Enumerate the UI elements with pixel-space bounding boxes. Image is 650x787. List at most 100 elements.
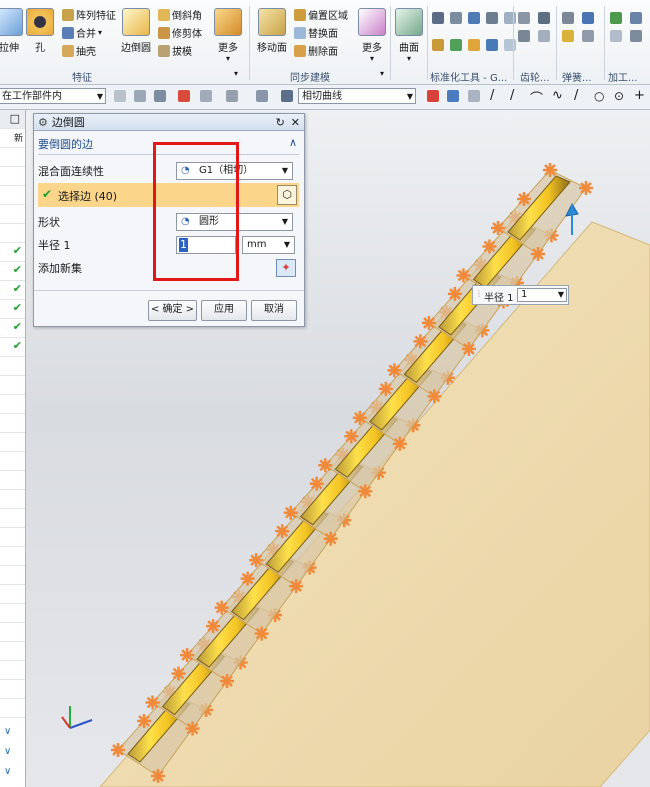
machining-icon[interactable] [630,12,642,24]
tool-icon[interactable] [504,12,516,24]
plus-icon[interactable]: + [634,88,645,103]
display-icon[interactable] [256,90,268,102]
spring-icon[interactable] [582,30,594,42]
radius-on-screen-field[interactable]: 1 ▼ [517,288,567,302]
curve-icon[interactable]: ∿ [552,88,563,103]
spring-icon[interactable] [562,30,574,42]
reset-icon[interactable]: ↻ [276,116,285,129]
list-item[interactable] [0,566,25,585]
drag-grip-icon[interactable]: ⋮ [475,289,483,298]
list-item[interactable] [0,490,25,509]
select-edge-button[interactable]: ⬡ [277,185,297,205]
select-mode-icon[interactable] [154,90,166,102]
curve-icon[interactable]: ⌒ [530,88,543,107]
chamfer-button[interactable]: 倒斜角 [158,7,202,22]
list-item[interactable] [0,471,25,490]
circle-icon[interactable]: ○ [594,89,604,103]
tool-icon[interactable] [486,12,498,24]
dialog-titlebar[interactable]: ⚙ 边倒圆 ↻ ✕ [34,114,304,131]
tool-icon[interactable] [486,39,498,51]
add-new-set-button[interactable]: ✦ [276,259,296,277]
arrow-icon[interactable] [447,90,459,102]
snap-icon[interactable] [134,90,146,102]
tool-icon[interactable] [468,39,480,51]
edge-blend-button[interactable]: 边倒圆 [118,8,154,54]
filter-icon[interactable] [114,90,126,102]
list-item[interactable] [0,452,25,471]
list-item[interactable] [0,585,25,604]
offset-region-button[interactable]: 偏置区域 [294,7,348,22]
curve-rule-select[interactable]: 相切曲线 ▼ [298,88,416,104]
list-item[interactable]: ✔ [0,262,25,281]
list-item[interactable] [0,186,25,205]
move-face-button[interactable]: 移动面 [255,8,289,54]
list-item[interactable] [0,604,25,623]
feature-group-expand[interactable]: ▾ [234,69,238,78]
tool-icon[interactable] [504,39,516,51]
list-item[interactable] [0,395,25,414]
sync-group-expand[interactable]: ▾ [380,69,384,78]
delete-face-button[interactable]: 删除面 [294,43,338,58]
list-item[interactable] [0,623,25,642]
list-item[interactable] [0,642,25,661]
tool-icon[interactable] [450,39,462,51]
list-item[interactable] [0,547,25,566]
snap-point-icon[interactable] [427,90,439,102]
tool-icon[interactable] [432,12,444,24]
selection-scope-select[interactable]: 在工作部件内 ▼ [0,88,106,104]
point-icon[interactable] [178,90,190,102]
machining-icon[interactable] [610,30,622,42]
cancel-button[interactable]: 取消 [251,300,297,321]
more-sync-button[interactable]: 更多 ▾ [358,8,386,63]
line-icon[interactable]: / [510,88,514,103]
more-features-button[interactable]: 更多 ▾ [214,8,242,63]
machining-icon[interactable] [630,30,642,42]
spring-icon[interactable] [582,12,594,24]
chevron-down-icon[interactable]: ∨ [4,726,11,737]
maximize-icon[interactable]: □ [10,112,20,125]
circle-icon[interactable]: ⊙ [614,89,624,103]
merge-dropdown-icon[interactable]: ▾ [98,28,102,37]
merge-button[interactable]: 合并 ▾ [62,25,102,40]
chevron-down-icon[interactable]: ∨ [4,746,11,757]
list-item[interactable] [0,205,25,224]
list-item[interactable] [0,414,25,433]
list-item[interactable] [0,528,25,547]
close-icon[interactable]: ✕ [291,116,300,129]
tool-icon[interactable] [432,39,444,51]
chevron-down-icon[interactable]: ∨ [4,766,11,777]
ok-button[interactable]: < 确定 > [148,300,197,321]
replace-face-button[interactable]: 替换面 [294,25,338,40]
apply-button[interactable]: 应用 [201,300,247,321]
list-item[interactable] [0,376,25,395]
list-item[interactable]: ✔ [0,338,25,357]
hole-button[interactable]: 孔 [24,8,56,54]
draft-button[interactable]: 拔模 [158,43,192,58]
trim-body-button[interactable]: 修剪体 [158,25,202,40]
unit-select[interactable]: mm ▼ [242,236,295,254]
list-item[interactable] [0,357,25,376]
line-icon[interactable]: / [574,88,578,103]
list-item[interactable]: ✔ [0,319,25,338]
list-item[interactable]: ✔ [0,281,25,300]
gear-icon[interactable] [538,30,550,42]
machining-icon[interactable] [610,12,622,24]
list-item[interactable] [0,433,25,452]
gear-icon[interactable] [538,12,550,24]
rectangle-select-icon[interactable] [226,90,238,102]
surface-button[interactable]: 曲面 ▾ [394,8,424,63]
grid-icon[interactable] [468,90,480,102]
gear-icon[interactable]: ⚙ [38,116,48,129]
list-item[interactable] [0,699,25,718]
line-icon[interactable]: / [490,88,494,103]
list-item[interactable] [0,509,25,528]
tool-icon[interactable] [468,12,480,24]
list-item[interactable] [0,167,25,186]
extrude-button[interactable]: 拉伸 [0,8,24,54]
gear-icon[interactable] [518,30,530,42]
list-item[interactable] [0,224,25,243]
array-feature-button[interactable]: 阵列特征 [62,7,116,22]
list-item[interactable]: ✔ [0,300,25,319]
gear-icon[interactable] [518,12,530,24]
shell-button[interactable]: 抽壳 [62,43,96,58]
